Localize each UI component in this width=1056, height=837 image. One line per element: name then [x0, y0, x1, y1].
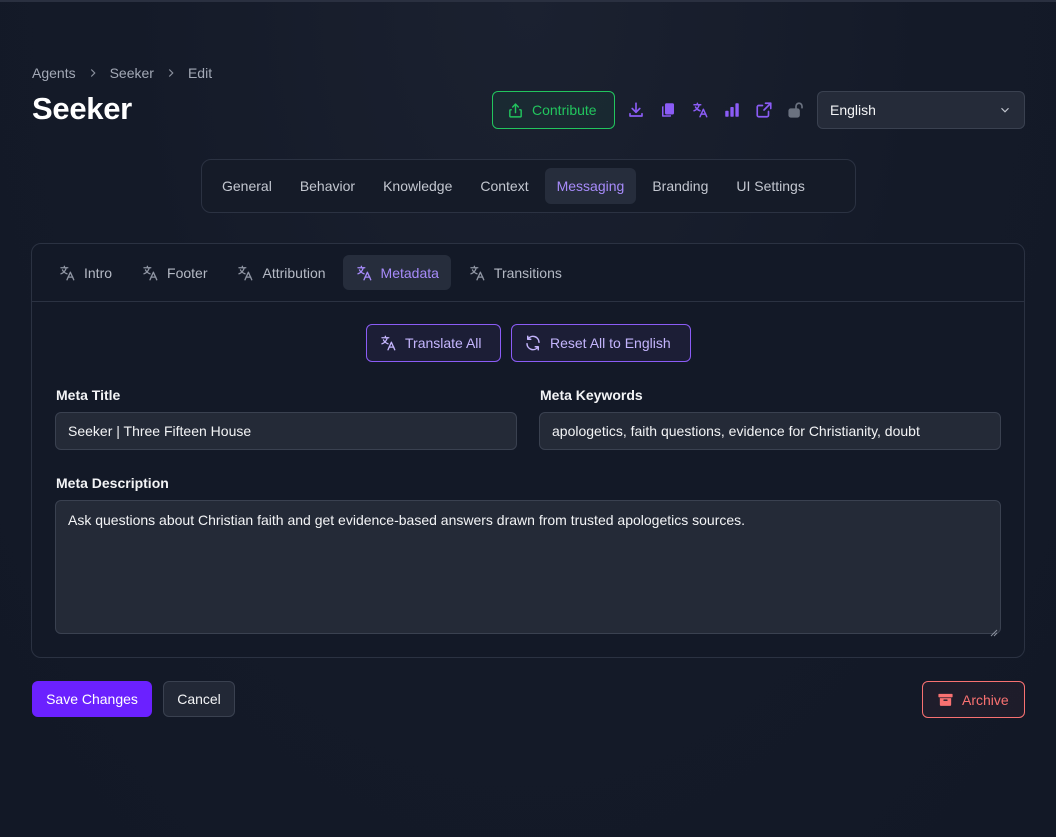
save-changes-button[interactable]: Save Changes: [32, 681, 152, 717]
unlock-icon[interactable]: [786, 100, 806, 120]
tab-branding[interactable]: Branding: [640, 168, 720, 204]
tab-ui-settings[interactable]: UI Settings: [724, 168, 816, 204]
contribute-button[interactable]: Contribute: [492, 91, 615, 129]
chart-icon[interactable]: [722, 100, 742, 120]
subtab-metadata-label: Metadata: [380, 264, 439, 281]
translate-all-button[interactable]: Translate All: [366, 324, 501, 362]
page-title: Seeker: [32, 91, 132, 126]
refresh-icon: [524, 334, 542, 352]
reset-all-button[interactable]: Reset All to English: [511, 324, 691, 362]
reset-all-label: Reset All to English: [550, 335, 671, 351]
translate-icon: [468, 264, 486, 282]
section-tabs: General Behavior Knowledge Context Messa…: [201, 159, 856, 213]
meta-description-text: Ask questions about Christian faith and …: [68, 512, 746, 528]
window-top-border: [0, 0, 1056, 2]
archive-icon: [937, 691, 954, 708]
chevron-down-icon: [998, 103, 1012, 117]
tab-general[interactable]: General: [210, 168, 284, 204]
translate-icon: [379, 334, 397, 352]
subtab-transitions-label: Transitions: [493, 264, 562, 281]
subtab-metadata[interactable]: Metadata: [342, 255, 451, 290]
subtab-attribution[interactable]: Attribution: [224, 255, 337, 290]
subtab-attribution-label: Attribution: [262, 264, 326, 281]
tab-knowledge[interactable]: Knowledge: [371, 168, 464, 204]
chevron-right-icon: [86, 66, 100, 80]
messaging-panel: Intro Footer Attribution Metadata Transi…: [31, 243, 1025, 658]
translate-icon: [236, 264, 254, 282]
copy-icon[interactable]: [658, 100, 678, 120]
tab-messaging[interactable]: Messaging: [544, 168, 637, 204]
meta-description-textarea[interactable]: Ask questions about Christian faith and …: [55, 500, 1001, 637]
meta-description-label: Meta Description: [56, 475, 169, 491]
share-upload-icon: [507, 102, 524, 119]
breadcrumb-item-agents[interactable]: Agents: [32, 65, 76, 81]
breadcrumb: Agents Seeker Edit: [32, 65, 212, 81]
meta-title-label: Meta Title: [56, 387, 121, 403]
meta-keywords-label: Meta Keywords: [540, 387, 643, 403]
cancel-button[interactable]: Cancel: [163, 681, 235, 717]
subtab-intro[interactable]: Intro: [46, 255, 124, 290]
contribute-label: Contribute: [532, 102, 597, 118]
breadcrumb-item-edit: Edit: [187, 65, 213, 81]
subtab-footer[interactable]: Footer: [129, 255, 219, 290]
breadcrumb-item-seeker[interactable]: Seeker: [110, 65, 154, 81]
tab-behavior[interactable]: Behavior: [288, 168, 367, 204]
language-select[interactable]: English: [817, 91, 1025, 129]
subtab-transitions[interactable]: Transitions: [456, 255, 574, 290]
meta-keywords-input[interactable]: apologetics, faith questions, evidence f…: [539, 412, 1001, 450]
external-link-icon[interactable]: [754, 100, 774, 120]
archive-label: Archive: [962, 691, 1009, 708]
translate-icon: [355, 264, 373, 282]
subtab-footer-label: Footer: [167, 264, 208, 281]
language-select-value: English: [830, 102, 876, 118]
subtab-intro-label: Intro: [84, 264, 113, 281]
translate-icon: [58, 264, 76, 282]
chevron-right-icon: [164, 66, 178, 80]
translate-icon[interactable]: [690, 100, 710, 120]
download-icon[interactable]: [626, 100, 646, 120]
archive-button[interactable]: Archive: [922, 681, 1025, 718]
tab-context[interactable]: Context: [468, 168, 540, 204]
messaging-sub-tabs: Intro Footer Attribution Metadata Transi…: [32, 244, 1024, 302]
resize-handle-icon[interactable]: [990, 623, 998, 637]
translate-icon: [141, 264, 159, 282]
meta-title-input[interactable]: Seeker | Three Fifteen House: [55, 412, 517, 450]
translate-all-label: Translate All: [405, 335, 482, 351]
